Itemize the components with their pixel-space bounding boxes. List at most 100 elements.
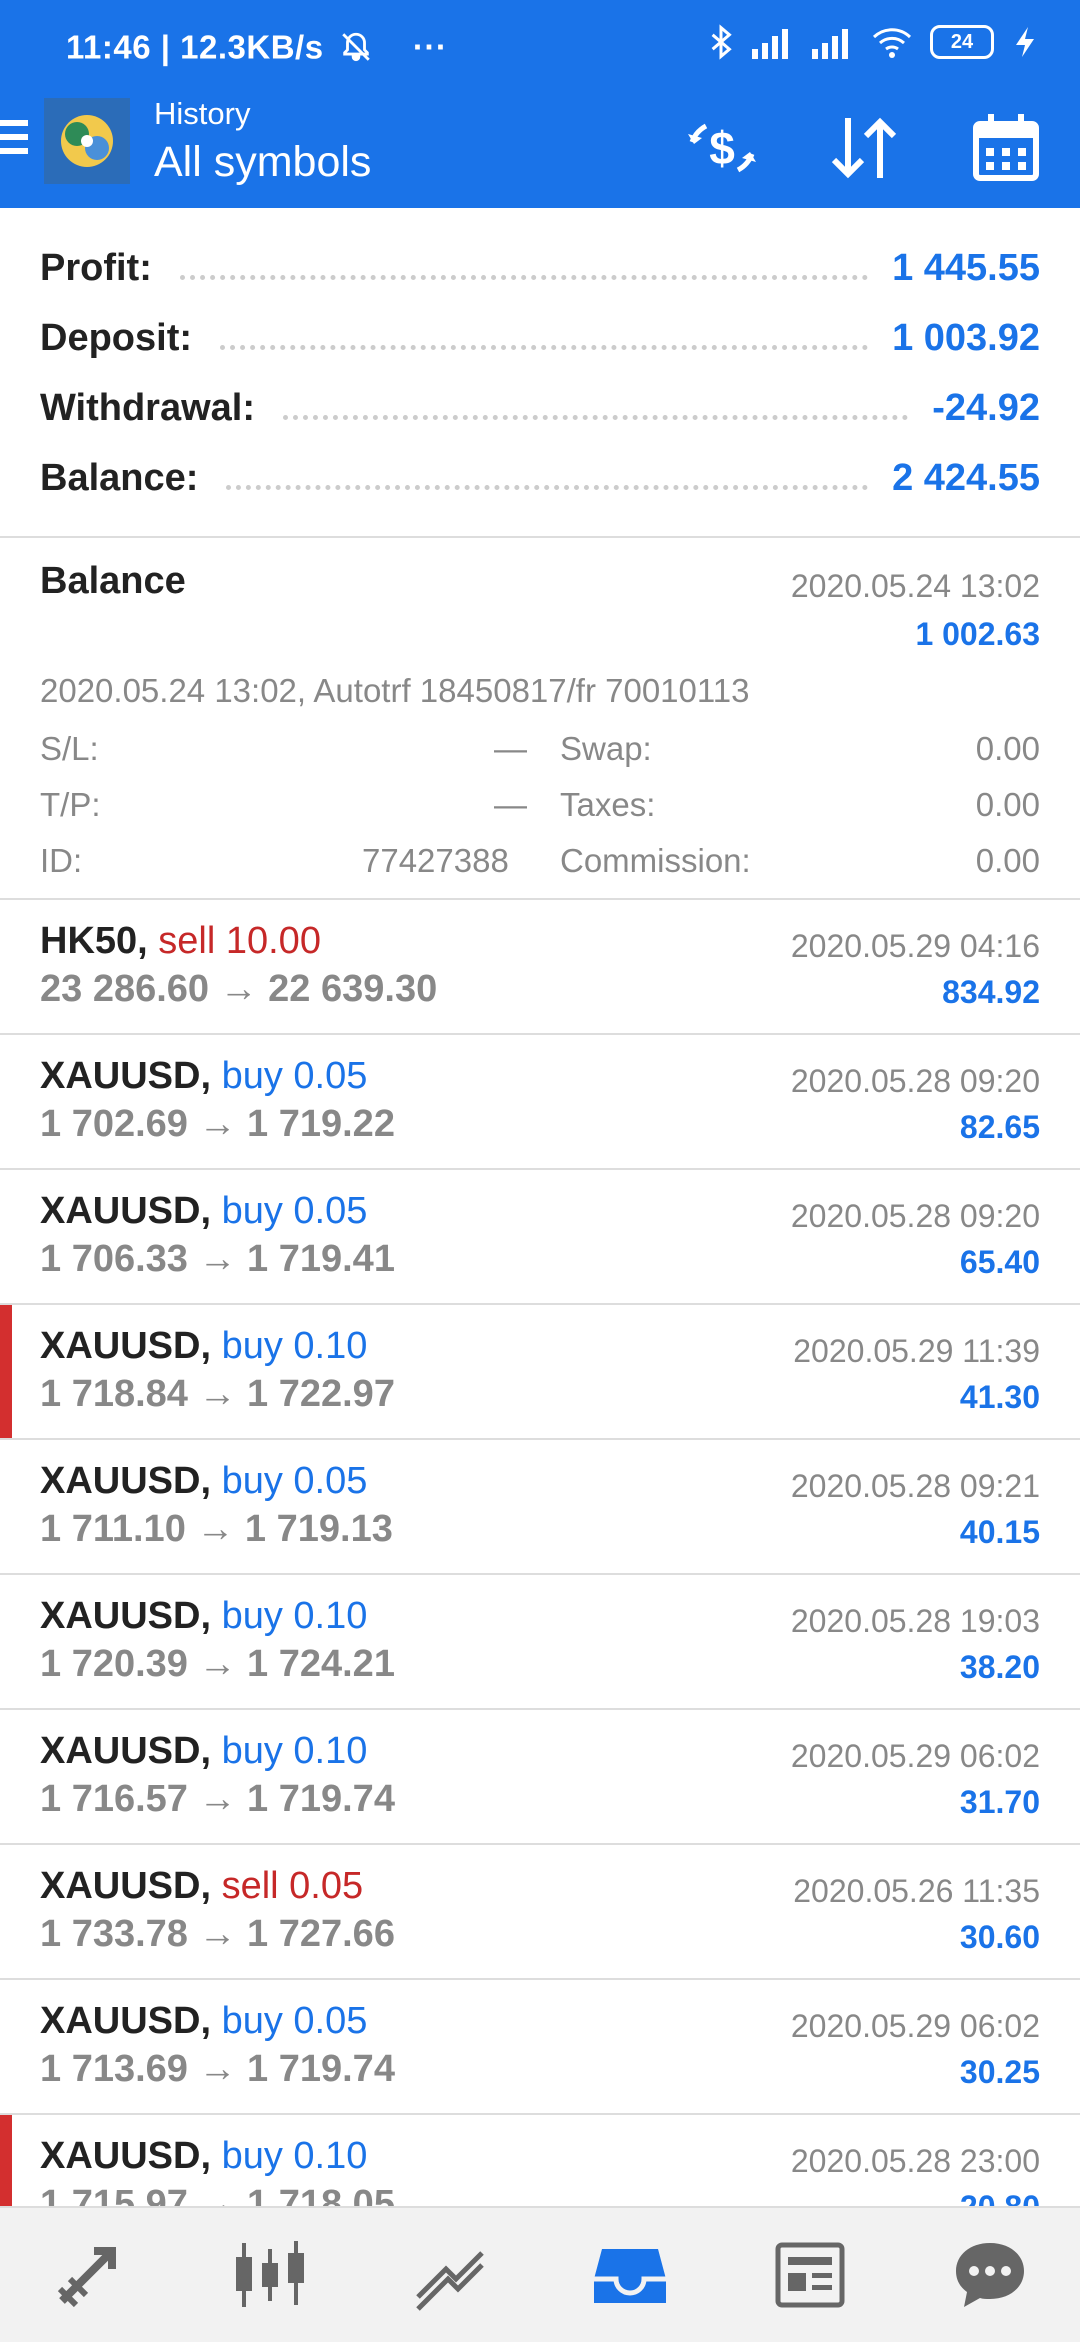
leader-dots [226,484,869,490]
app-logo-icon [44,98,130,184]
tp-label: T/P: [40,786,101,823]
trade-profit: 41.30 [959,1379,1040,1415]
balance-entry-comment: 2020.05.24 13:02, Autotrf 18450817/fr 70… [40,672,750,709]
trade-symbol: XAUUSD, [40,1730,212,1772]
trade-time: 2020.05.28 23:00 [790,2143,1040,2179]
trade-row[interactable]: XAUUSD, sell 0.05 1 733.78 → 1 727.66 2020… [0,1845,1080,1980]
trade-symbol: HK50, [40,920,148,962]
commission-label: Commission: [560,842,751,879]
trade-prices: 1 706.33 → 1 719.41 [40,1238,395,1280]
trade-direction: buy 0.10 [221,1595,368,1637]
commission-value: 0.00 [975,842,1040,879]
trade-symbol: XAUUSD, [40,1595,212,1637]
summary-value: 1 003.92 [892,316,1040,359]
nav-trade-icon[interactable] [400,2225,500,2325]
nav-news-icon[interactable] [760,2225,860,2325]
nav-chart-icon[interactable] [220,2225,320,2325]
trade-time: 2020.05.26 11:35 [793,1873,1040,1909]
charging-icon [1016,27,1034,57]
more-dots: ··· [412,28,448,66]
trade-time: 2020.05.28 19:03 [790,1603,1040,1639]
swap-label: Swap: [560,730,652,767]
status-time: 11:46 | 12.3KB/s [66,28,324,66]
trade-prices: 1 702.69 → 1 719.22 [40,1103,395,1145]
signal-icon [752,29,788,59]
id-label: ID: [40,842,83,879]
trade-symbol: XAUUSD, [40,1325,212,1367]
trade-symbol: XAUUSD, [40,1460,212,1502]
trade-row[interactable]: XAUUSD, buy 0.05 1 702.69 → 1 719.22 2020.… [0,1035,1080,1170]
summary-value: 2 424.55 [892,456,1040,499]
toolbar-title[interactable]: All symbols [154,138,371,187]
trade-profit: 38.20 [959,1649,1040,1685]
id-value: 77427388 [362,842,509,879]
toolbar-subtitle: History [154,96,251,131]
menu-icon[interactable] [0,120,28,160]
trade-time: 2020.05.29 06:02 [790,2008,1040,2044]
bluetooth-icon [711,24,732,60]
trade-row[interactable]: XAUUSD, buy 0.10 1 718.84 → 1 722.97 2020.… [0,1305,1080,1440]
calendar-icon[interactable] [966,108,1046,188]
wifi-icon [872,28,912,58]
trade-time: 2020.05.28 09:20 [790,1198,1040,1234]
nav-quotes-icon[interactable] [40,2225,140,2325]
mute-bell-icon [342,33,370,62]
trade-row[interactable]: XAUUSD, buy 0.05 1 706.33 → 1 719.41 2020.… [0,1170,1080,1305]
nav-chats-icon[interactable] [940,2225,1040,2325]
summary-section: Profit: 1 445.55 Deposit: 1 003.92 Withd… [0,208,1080,538]
trade-profit: 30.60 [959,1919,1040,1955]
bottom-nav [0,2206,1080,2342]
svg-text:$: $ [709,122,735,174]
trade-row[interactable]: XAUUSD, buy 0.10 1 720.39 → 1 724.21 2020.… [0,1575,1080,1710]
balance-entry-title: Balance [40,560,186,602]
trade-symbol: XAUUSD, [40,2135,212,2177]
trade-prices: 23 286.60 → 22 639.30 [40,968,438,1010]
sort-icon[interactable] [824,108,904,188]
trade-prices: 1 716.57 → 1 719.74 [40,1778,395,1820]
trade-direction: buy 0.05 [221,1190,368,1232]
trade-prices: 1 711.10 → 1 719.13 [40,1508,393,1550]
sl-label: S/L: [40,730,99,767]
balance-entry-amount: 1 002.63 [915,616,1040,652]
taxes-label: Taxes: [560,786,656,823]
summary-label: Profit: [40,246,152,289]
open-position-marker [0,1305,12,1438]
trade-prices: 1 733.78 → 1 727.66 [40,1913,395,1955]
trade-row[interactable]: XAUUSD, buy 0.05 1 711.10 → 1 719.13 2020.… [0,1440,1080,1575]
trade-time: 2020.05.28 09:20 [790,1063,1040,1099]
app-bar: 11:46 | 12.3KB/s ··· 24 History All symb… [0,0,1080,208]
leader-dots [283,414,909,420]
battery-icon: 24 [930,25,994,59]
balance-entry[interactable]: Balance 2020.05.24 13:02 1 002.63 2020.0… [0,538,1080,900]
trade-prices: 1 713.69 → 1 719.74 [40,2048,395,2090]
summary-row-deposit: Deposit: 1 003.92 [40,308,1040,368]
trade-time: 2020.05.28 09:21 [790,1468,1040,1504]
trade-profit: 82.65 [959,1109,1040,1145]
trade-symbol: XAUUSD, [40,1190,212,1232]
nav-history-icon[interactable] [580,2225,680,2325]
trade-row[interactable]: XAUUSD, buy 0.10 1 715.97 → 1 718.05 2020.… [0,2115,1080,2248]
toolbar: History All symbols $ [0,96,1080,208]
tp-value: — [494,786,527,823]
trade-profit: 30.25 [959,2054,1040,2090]
trade-row[interactable]: XAUUSD, buy 0.10 1 716.57 → 1 719.74 2020.… [0,1710,1080,1845]
leader-dots [179,274,869,280]
trade-direction: buy 0.05 [221,1055,368,1097]
sl-value: — [494,730,527,767]
trade-row[interactable]: HK50, sell 10.00 23 286.60 → 22 639.30 202… [0,900,1080,1035]
summary-label: Deposit: [40,316,192,359]
trade-direction: sell 0.05 [221,1865,364,1907]
summary-row-balance: Balance: 2 424.55 [40,448,1040,508]
trade-direction: buy 0.10 [221,1325,368,1367]
trade-row[interactable]: XAUUSD, buy 0.05 1 713.69 → 1 719.74 2020.… [0,1980,1080,2115]
summary-value: -24.92 [932,386,1040,429]
leader-dots [220,344,869,350]
trade-profit: 40.15 [959,1514,1040,1550]
currency-exchange-icon[interactable]: $ [682,108,762,188]
signal-icon-2 [812,29,848,59]
balance-entry-time: 2020.05.24 13:02 [790,568,1040,604]
trade-symbol: XAUUSD, [40,1865,212,1907]
trade-profit: 65.40 [959,1244,1040,1280]
summary-row-withdrawal: Withdrawal: -24.92 [40,378,1040,438]
summary-row-profit: Profit: 1 445.55 [40,238,1040,298]
